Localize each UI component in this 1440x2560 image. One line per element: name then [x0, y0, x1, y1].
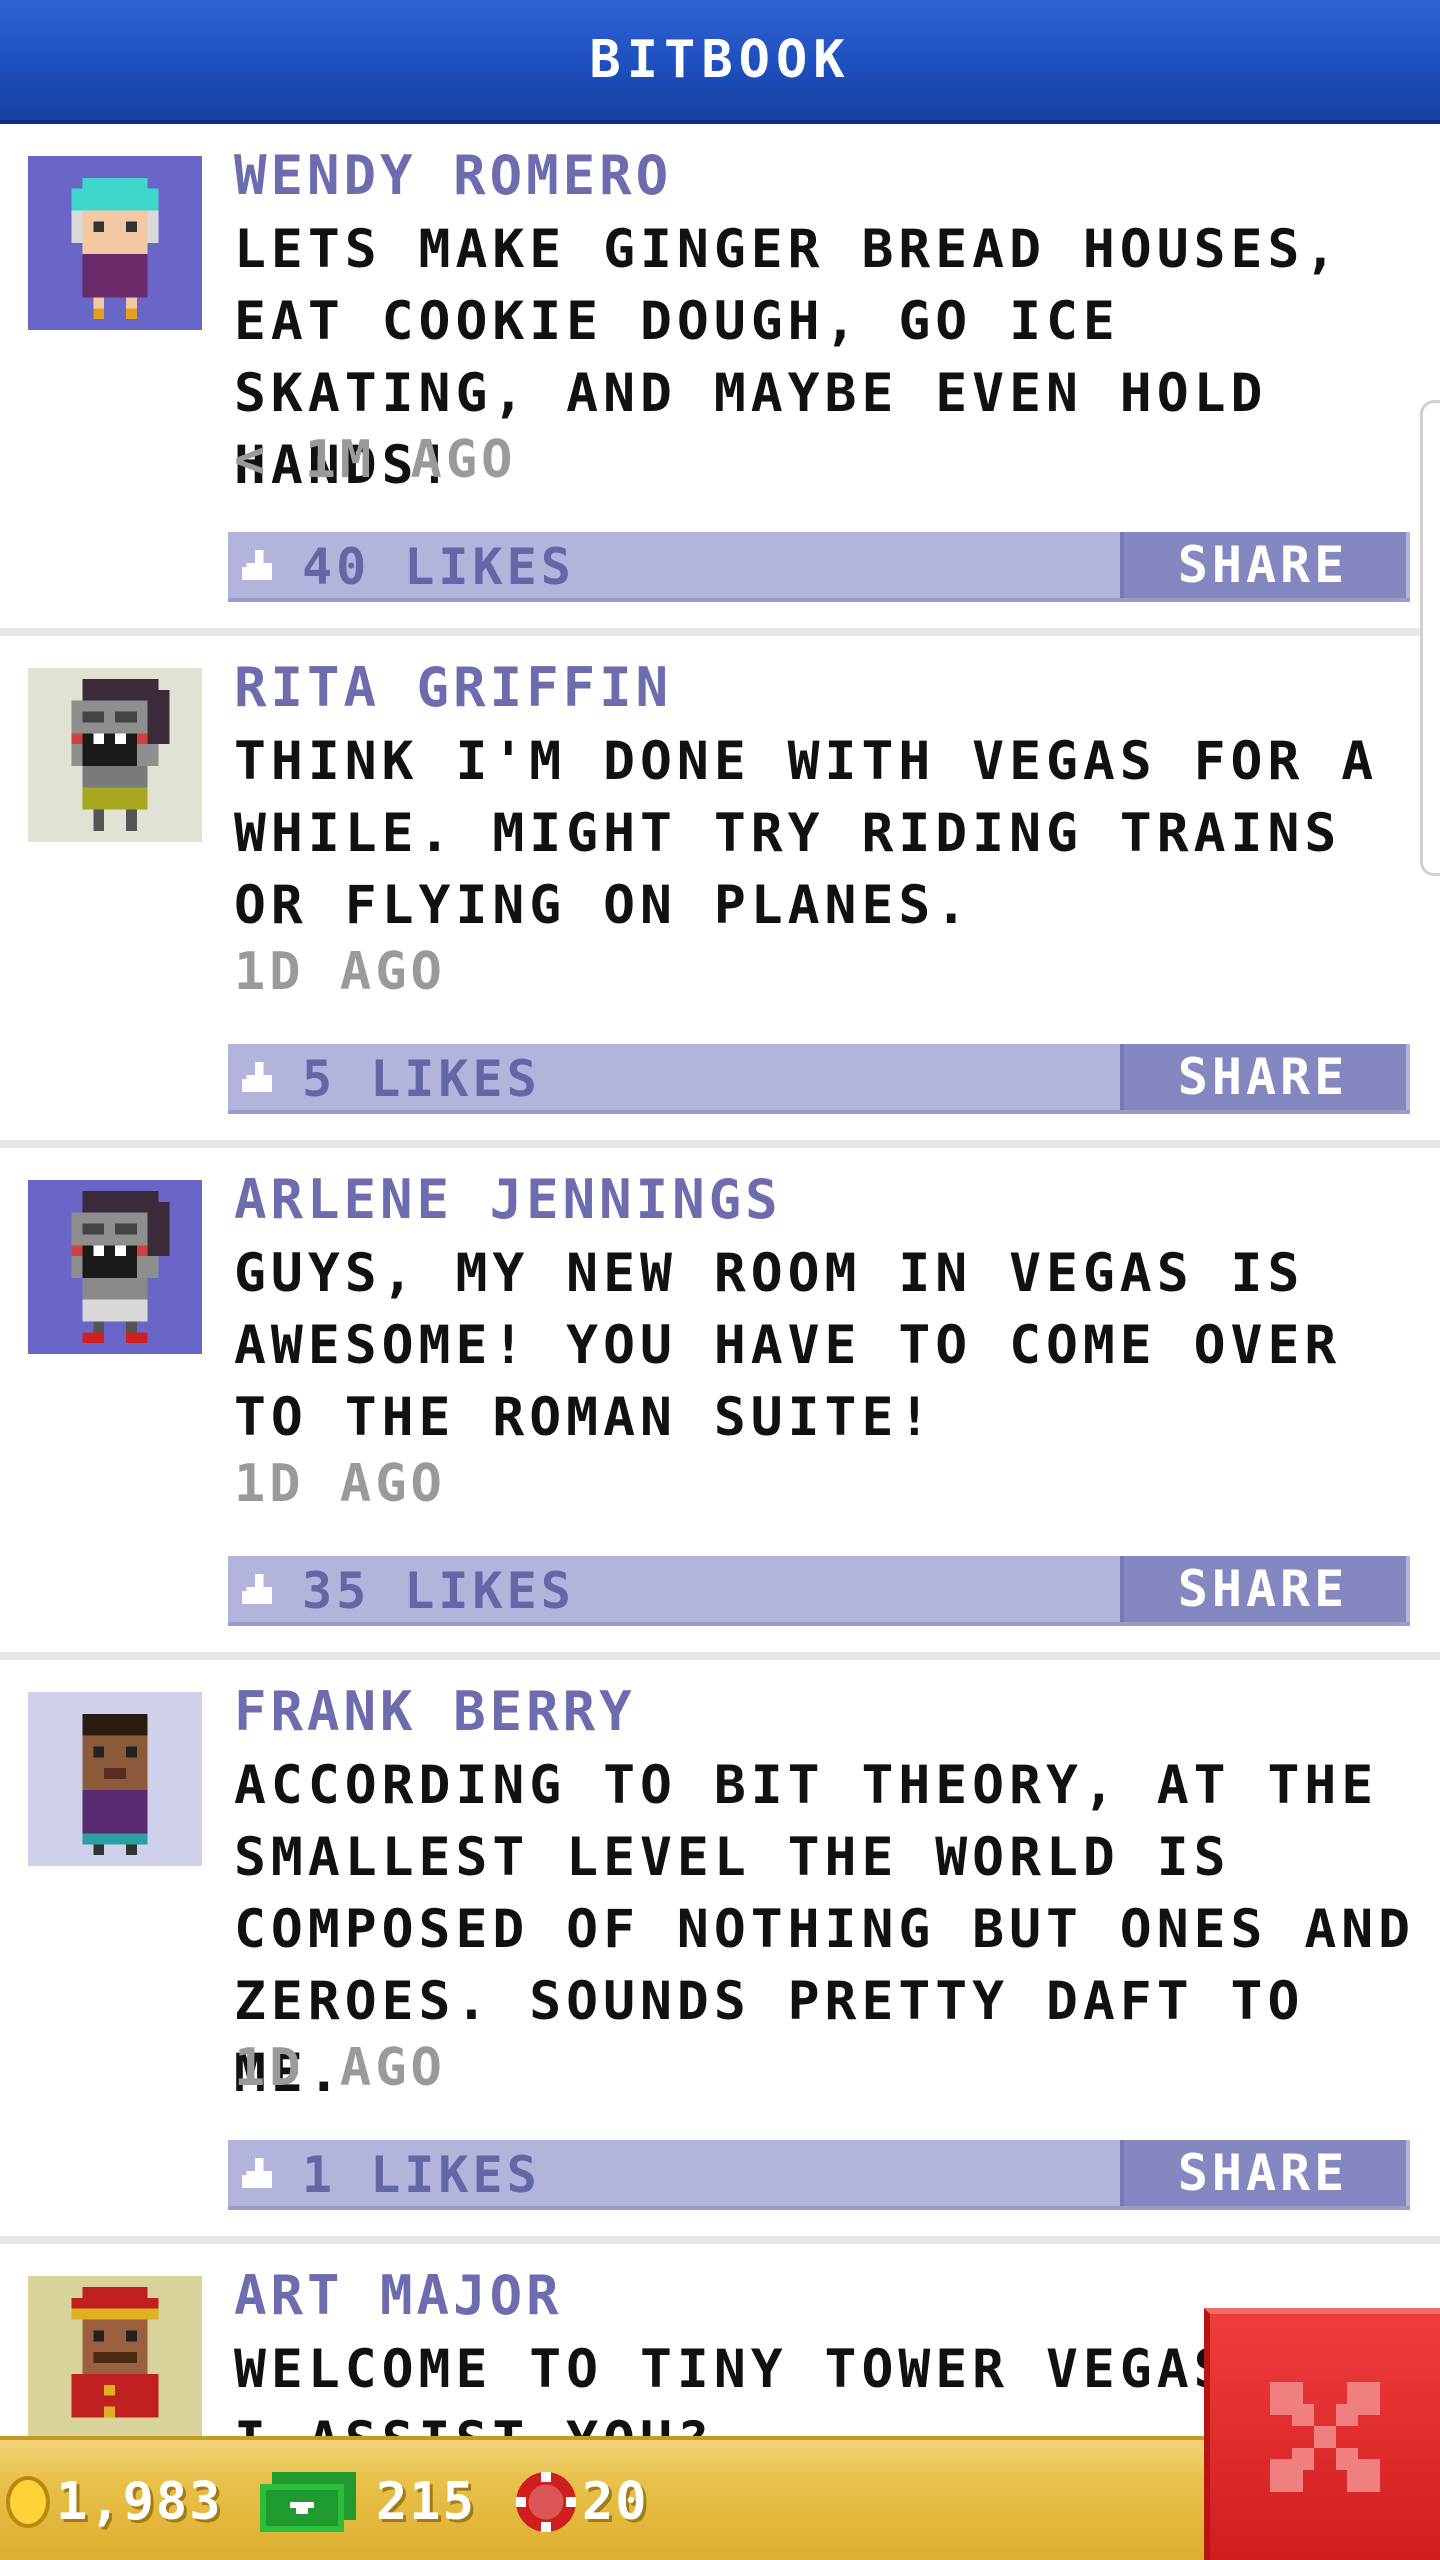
avatar[interactable] — [28, 2276, 202, 2436]
like-bar: 5 LIKES SHARE — [228, 1044, 1410, 1114]
share-button[interactable]: SHARE — [1120, 2140, 1406, 2206]
like-count: 1 LIKES — [302, 2146, 541, 2204]
close-button[interactable] — [1204, 2308, 1440, 2560]
like-bar: 40 LIKES SHARE — [228, 532, 1410, 602]
post-author: RITA GRIFFIN — [234, 656, 673, 719]
post-author: ARLENE JENNINGS — [234, 1168, 782, 1231]
like-count: 35 LIKES — [302, 1562, 575, 1620]
coin-icon — [6, 2476, 50, 2528]
share-button[interactable]: SHARE — [1120, 1556, 1406, 1622]
thumbs-up-icon — [242, 1574, 272, 1604]
scrollbar[interactable] — [1420, 400, 1440, 876]
thumbs-up-icon — [242, 2158, 272, 2188]
post-message: GUYS, MY NEW ROOM IN VEGAS IS AWESOME! Y… — [234, 1243, 1342, 1448]
bux-counter: 215 — [260, 2440, 476, 2560]
coin-counter: 1,983 — [6, 2440, 223, 2560]
post-item: ARLENE JENNINGS GUYS, MY NEW ROOM IN VEG… — [0, 1148, 1440, 1660]
like-bar: 1 LIKES SHARE — [228, 2140, 1410, 2210]
bux-value: 215 — [376, 2472, 476, 2532]
avatar[interactable] — [28, 156, 202, 330]
post-divider — [0, 1140, 1440, 1148]
chip-value: 20 — [582, 2472, 649, 2532]
post-time: 1D AGO — [234, 2038, 446, 2098]
post-time: 1D AGO — [234, 942, 446, 1002]
chip-counter: 20 — [516, 2440, 649, 2560]
post-divider — [0, 1652, 1440, 1660]
post-time: 1D AGO — [234, 1454, 446, 1514]
post-item: FRANK BERRY ACCORDING TO BIT THEORY, AT … — [0, 1660, 1440, 2244]
like-bar: 35 LIKES SHARE — [228, 1556, 1410, 1626]
app-header: BITBOOK — [0, 0, 1440, 124]
post-divider — [0, 2236, 1440, 2244]
thumbs-up-icon — [242, 1062, 272, 1092]
cash-icon — [260, 2472, 356, 2532]
post-message: THINK I'M DONE WITH VEGAS FOR A WHILE. M… — [234, 731, 1379, 936]
like-count: 5 LIKES — [302, 1050, 541, 1108]
close-icon — [1270, 2382, 1380, 2492]
header-title: BITBOOK — [589, 30, 851, 90]
post-author: WENDY ROMERO — [234, 144, 673, 207]
post-item: WENDY ROMERO LETS MAKE GINGER BREAD HOUS… — [0, 124, 1440, 636]
like-count: 40 LIKES — [302, 538, 575, 596]
casino-chip-icon — [516, 2472, 576, 2532]
post-feed[interactable]: WENDY ROMERO LETS MAKE GINGER BREAD HOUS… — [0, 124, 1440, 2436]
avatar[interactable] — [28, 1692, 202, 1866]
post-author: FRANK BERRY — [234, 1680, 636, 1743]
share-button[interactable]: SHARE — [1120, 532, 1406, 598]
avatar[interactable] — [28, 668, 202, 842]
post-item: RITA GRIFFIN THINK I'M DONE WITH VEGAS F… — [0, 636, 1440, 1148]
post-author: ART MAJOR — [234, 2264, 563, 2327]
post-time: < 1M AGO — [234, 430, 517, 490]
share-button[interactable]: SHARE — [1120, 1044, 1406, 1110]
thumbs-up-icon — [242, 550, 272, 580]
coin-value: 1,983 — [56, 2472, 223, 2532]
post-divider — [0, 628, 1440, 636]
avatar[interactable] — [28, 1180, 202, 1354]
